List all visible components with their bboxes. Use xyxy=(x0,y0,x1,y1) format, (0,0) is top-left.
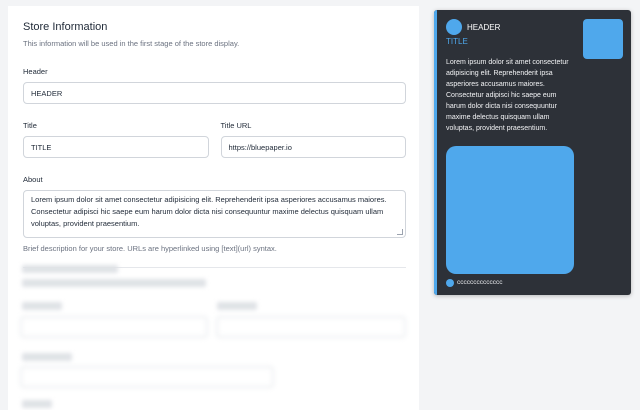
footer-dot-icon xyxy=(446,279,454,287)
title-input[interactable]: TITLE xyxy=(23,136,209,158)
title-url-field-group: Title URL https://bluepaper.io xyxy=(220,121,406,158)
about-textarea[interactable]: Lorem ipsum dolor sit amet consectetur a… xyxy=(23,190,406,238)
title-row: Title TITLE Title URL https://bluepaper.… xyxy=(23,121,406,158)
about-help-text: Brief description for your store. URLs a… xyxy=(23,244,277,253)
blurred-label xyxy=(22,353,72,361)
blurred-section-title xyxy=(22,265,118,273)
form-subtitle: This information will be used in the fir… xyxy=(23,39,240,48)
blurred-label xyxy=(22,400,52,408)
preview-title[interactable]: TITLE xyxy=(446,37,468,46)
about-text: Lorem ipsum dolor sit amet consectetur a… xyxy=(31,195,387,228)
store-info-form: Store Information This information will … xyxy=(8,6,419,410)
preview-description: Lorem ipsum dolor sit amet consectetur a… xyxy=(446,59,569,132)
preview-thumbnail xyxy=(583,19,623,59)
preview-header: HEADER xyxy=(467,23,501,32)
card-accent-bar xyxy=(434,10,437,295)
title-url-label: Title URL xyxy=(220,121,252,130)
header-field-group: Header HEADER xyxy=(23,67,406,104)
avatar xyxy=(446,19,462,35)
store-preview-card: HEADER TITLE Lorem ipsum dolor sit amet … xyxy=(434,10,631,295)
blurred-input[interactable] xyxy=(216,316,406,338)
blurred-section-subtitle xyxy=(22,279,206,287)
blurred-input[interactable] xyxy=(20,316,208,338)
resize-grip-icon[interactable] xyxy=(397,229,403,235)
header-input[interactable]: HEADER xyxy=(23,82,406,104)
blurred-label xyxy=(22,302,62,310)
header-label: Header xyxy=(23,67,48,76)
blurred-input[interactable] xyxy=(20,366,274,388)
preview-image xyxy=(446,146,574,274)
title-url-input[interactable]: https://bluepaper.io xyxy=(220,136,406,158)
form-title: Store Information xyxy=(23,21,108,33)
about-field-group: About Lorem ipsum dolor sit amet consect… xyxy=(23,175,406,253)
about-label: About xyxy=(23,175,43,184)
title-label: Title xyxy=(23,121,37,130)
blurred-label xyxy=(217,302,257,310)
title-field-group: Title TITLE xyxy=(23,121,209,158)
preview-footer: cccccccccccccc xyxy=(457,279,503,286)
